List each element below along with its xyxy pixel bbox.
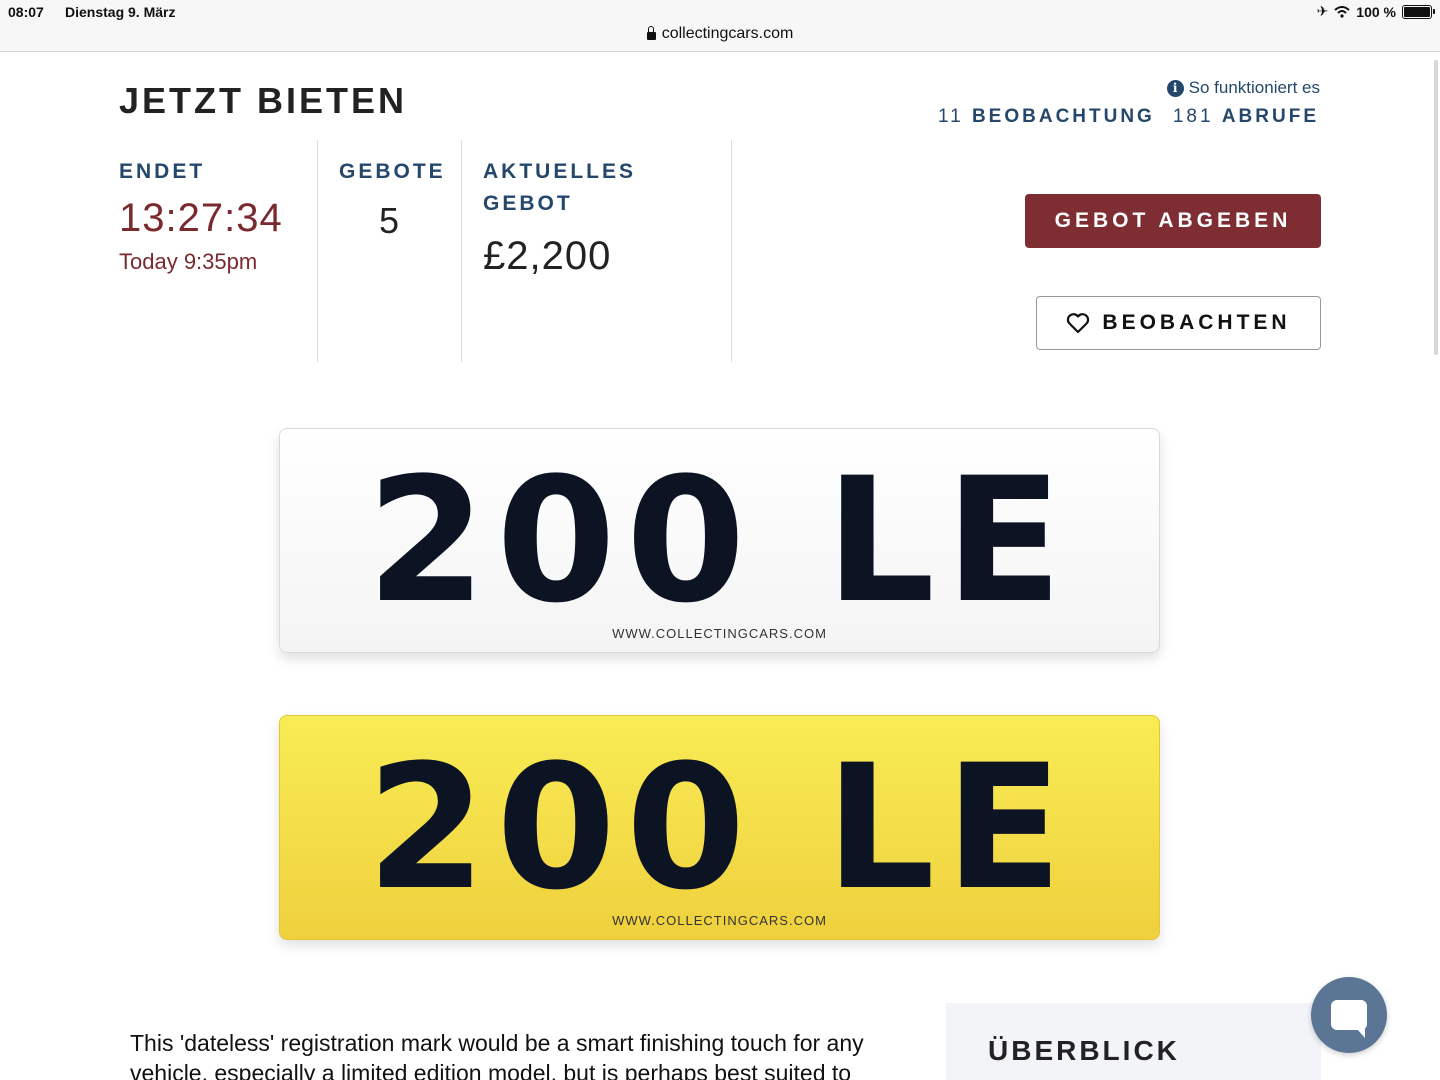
place-bid-button[interactable]: GEBOT ABGEBEN	[1025, 194, 1321, 248]
listing-stats: 11 BEOBACHTUNG 181 ABRUFE	[938, 106, 1319, 128]
battery-percent: 100 %	[1356, 3, 1396, 20]
url-text: collectingcars.com	[661, 25, 794, 42]
bid-section-title: JETZT BIETEN	[119, 80, 408, 121]
current-bid-label-line2: GEBOT	[483, 192, 573, 215]
rear-number-plate[interactable]: 200 LE WWW.COLLECTINGCARS.COM	[279, 715, 1160, 940]
overview-panel: ÜBERBLICK	[946, 1003, 1321, 1080]
divider	[731, 140, 732, 362]
chat-icon	[1331, 1000, 1367, 1038]
battery-level	[1404, 6, 1430, 17]
divider	[317, 140, 318, 362]
overview-title: ÜBERBLICK	[988, 1035, 1180, 1066]
countdown-timer: 13:27:34	[119, 196, 283, 240]
divider	[461, 140, 462, 362]
how-it-works-link[interactable]: i So funktioniert es	[1166, 78, 1320, 98]
status-time: 08:07	[8, 4, 44, 20]
plate-url: WWW.COLLECTINGCARS.COM	[612, 626, 827, 641]
end-time: Today 9:35pm	[119, 249, 258, 274]
views-stat: 181 ABRUFE	[1172, 106, 1319, 127]
plate-registration: 200 LE	[366, 440, 1073, 641]
watch-button[interactable]: BEOBACHTEN	[1036, 296, 1321, 350]
watch-stat: 11 BEOBACHTUNG	[937, 106, 1155, 127]
watch-button-label: BEOBACHTEN	[1102, 311, 1291, 334]
front-number-plate[interactable]: 200 LE WWW.COLLECTINGCARS.COM	[279, 428, 1160, 653]
auction-end-block: ENDET 13:27:34 Today 9:35pm	[119, 156, 283, 275]
plate-registration: 200 LE	[366, 727, 1073, 928]
address-bar[interactable]: collectingcars.com	[0, 25, 1440, 43]
status-date: Dienstag 9. März	[65, 4, 176, 20]
listing-description: This 'dateless' registration mark would …	[130, 1030, 864, 1080]
how-it-works-label: So funktioniert es	[1188, 78, 1320, 97]
current-bid-label: AKTUELLES	[483, 160, 636, 183]
airplane-icon: ✈	[1316, 3, 1329, 19]
current-bid-block: AKTUELLES GEBOT £2,200	[483, 156, 683, 279]
scrollbar[interactable]	[1434, 60, 1438, 355]
current-bid-amount: £2,200	[483, 234, 612, 278]
info-icon: i	[1166, 79, 1184, 97]
ends-label: ENDET	[119, 160, 206, 183]
battery-icon	[1402, 4, 1435, 19]
browser-status-bar: 08:07 Dienstag 9. März ✈ 100 % collectin…	[0, 0, 1440, 52]
lock-icon	[646, 26, 656, 40]
status-indicators: ✈ 100 %	[1316, 3, 1435, 20]
plate-url: WWW.COLLECTINGCARS.COM	[612, 913, 827, 928]
bid-count-block: GEBOTE 5	[339, 156, 446, 242]
chat-button[interactable]	[1311, 977, 1387, 1053]
bid-count: 5	[378, 200, 400, 241]
bids-label: GEBOTE	[339, 160, 446, 183]
heart-icon	[1067, 313, 1090, 334]
wifi-icon	[1334, 5, 1350, 18]
